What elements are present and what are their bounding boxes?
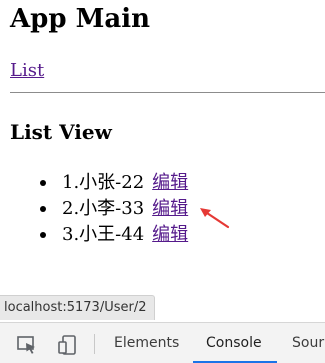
device-toolbar-icon[interactable] xyxy=(57,335,79,355)
edit-link[interactable]: 编辑 xyxy=(152,198,188,219)
list-item-text: 2.小李-33 xyxy=(62,198,145,219)
toolbar-separator xyxy=(94,334,95,354)
list-view-title: List View xyxy=(10,120,112,144)
tab-elements[interactable]: Elements xyxy=(114,323,179,363)
edit-link[interactable]: 编辑 xyxy=(152,172,188,193)
user-list: 1.小张-22 编辑 2.小李-33 编辑 3.小王-44 编辑 xyxy=(10,170,188,248)
list-item: 3.小王-44 编辑 xyxy=(39,222,188,248)
inspect-element-icon[interactable] xyxy=(16,335,38,355)
app-title: App Main xyxy=(10,4,150,34)
list-item-text: 3.小王-44 xyxy=(62,224,145,245)
devtools-toolbar: Elements Console Sour xyxy=(0,322,325,363)
nav-link-list[interactable]: List xyxy=(10,60,44,82)
list-item-text: 1.小张-22 xyxy=(62,172,145,193)
list-item: 2.小李-33 编辑 xyxy=(39,196,188,222)
tab-console[interactable]: Console xyxy=(206,323,262,363)
annotation-arrow-icon xyxy=(200,208,230,229)
divider xyxy=(10,92,325,93)
status-bar-url: localhost:5173/User/2 xyxy=(0,295,156,320)
tab-sources[interactable]: Sour xyxy=(292,323,324,363)
list-item: 1.小张-22 编辑 xyxy=(39,170,188,196)
edit-link[interactable]: 编辑 xyxy=(152,224,188,245)
